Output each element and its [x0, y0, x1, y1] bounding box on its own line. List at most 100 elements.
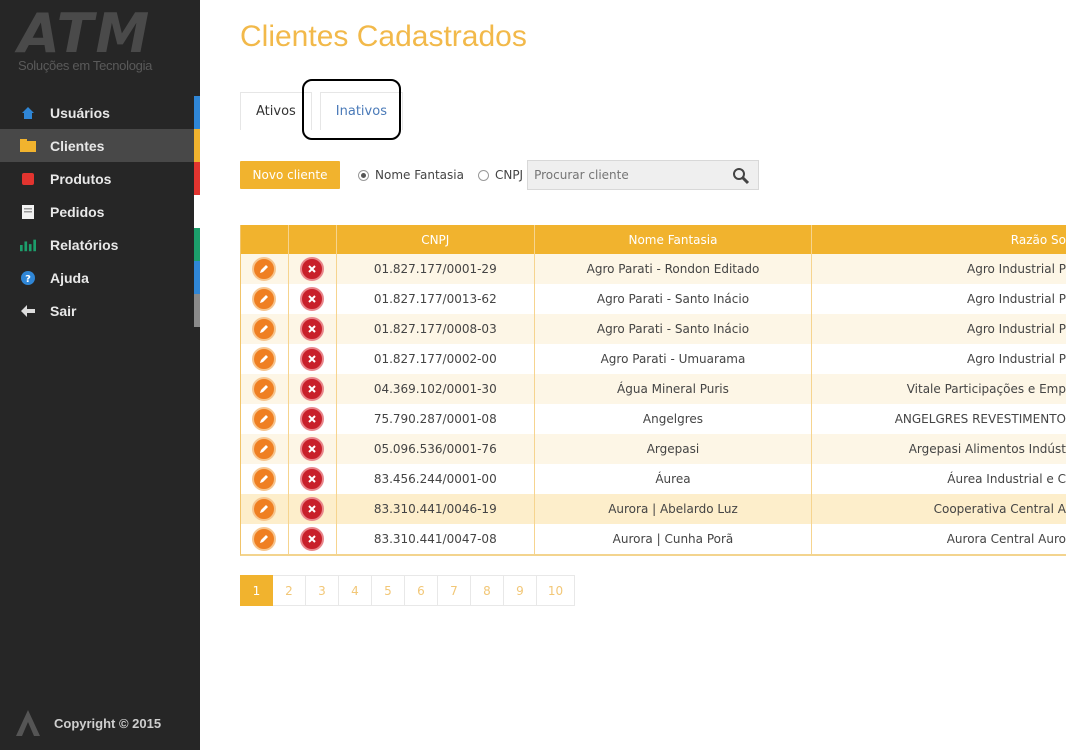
- sidebar-item-label: Ajuda: [50, 269, 89, 286]
- radio-nome-fantasia[interactable]: Nome Fantasia: [358, 168, 464, 182]
- pagination: 1 2 3 4 5 6 7 8 9 10: [240, 575, 575, 606]
- edit-icon[interactable]: [252, 377, 277, 401]
- delete-icon[interactable]: [300, 257, 325, 281]
- sidebar-item-sair[interactable]: Sair: [0, 294, 200, 327]
- nome-fantasia-cell: Agro Parati - Santo Inácio: [535, 284, 813, 314]
- page-4-button[interactable]: 4: [339, 575, 372, 606]
- logo: ATM Soluções em Tecnologia: [18, 6, 183, 78]
- nome-fantasia-cell: Argepasi: [535, 434, 813, 464]
- edit-icon[interactable]: [252, 317, 277, 341]
- edit-icon[interactable]: [252, 527, 277, 551]
- nome-fantasia-cell: Aurora | Cunha Porã: [535, 524, 813, 554]
- cnpj-cell: 01.827.177/0002-00: [337, 344, 535, 374]
- table-row: 01.827.177/0002-00 Agro Parati - Umuarama…: [241, 344, 1066, 374]
- sidebar-footer: Copyright © 2015: [16, 710, 161, 736]
- edit-cell: [241, 374, 289, 404]
- nome-fantasia-cell: Áurea: [535, 464, 813, 494]
- header-edit: [241, 225, 289, 254]
- delete-icon[interactable]: [300, 317, 325, 341]
- cnpj-cell: 83.310.441/0047-08: [337, 524, 535, 554]
- page-6-button[interactable]: 6: [405, 575, 438, 606]
- nome-fantasia-cell: Agro Parati - Umuarama: [535, 344, 813, 374]
- page-9-button[interactable]: 9: [504, 575, 537, 606]
- edit-cell: [241, 404, 289, 434]
- cnpj-cell: 83.456.244/0001-00: [337, 464, 535, 494]
- razao-social-cell: Áurea Industrial e C: [947, 472, 1066, 486]
- delete-icon[interactable]: [300, 497, 325, 521]
- delete-cell: [289, 284, 337, 314]
- sidebar-item-relatorios[interactable]: Relatórios: [0, 228, 200, 261]
- page-1-button[interactable]: 1: [240, 575, 273, 606]
- edit-cell: [241, 434, 289, 464]
- search-icon[interactable]: [732, 167, 750, 189]
- razao-social-cell: Argepasi Alimentos Indúst: [908, 442, 1066, 456]
- nome-fantasia-cell: Aurora | Abelardo Luz: [535, 494, 813, 524]
- delete-icon[interactable]: [300, 377, 325, 401]
- edit-icon[interactable]: [252, 347, 277, 371]
- delete-icon[interactable]: [300, 437, 325, 461]
- edit-icon[interactable]: [252, 437, 277, 461]
- delete-cell: [289, 464, 337, 494]
- logo-mark: ATM: [18, 2, 152, 65]
- search-box: [527, 160, 760, 190]
- razao-social-cell: Agro Industrial P: [967, 292, 1066, 306]
- edit-cell: [241, 344, 289, 374]
- radio-cnpj[interactable]: CNPJ: [477, 168, 523, 182]
- cnpj-cell: 83.310.441/0046-19: [337, 494, 535, 524]
- sidebar-item-ajuda[interactable]: ? Ajuda: [0, 261, 200, 294]
- sidebar-item-pedidos[interactable]: Pedidos: [0, 195, 200, 228]
- delete-icon[interactable]: [300, 347, 325, 371]
- edit-icon[interactable]: [252, 287, 277, 311]
- search-input[interactable]: [534, 168, 725, 182]
- table-row: 04.369.102/0001-30 Água Mineral Puris Vita…: [241, 374, 1066, 404]
- sidebar-item-usuarios[interactable]: Usuários: [0, 96, 200, 129]
- delete-icon[interactable]: [300, 467, 325, 491]
- page-8-button[interactable]: 8: [471, 575, 504, 606]
- delete-icon[interactable]: [300, 287, 325, 311]
- tab-focus-highlight: [302, 79, 401, 140]
- nome-fantasia-cell: Água Mineral Puris: [535, 374, 813, 404]
- cnpj-cell: 05.096.536/0001-76: [337, 434, 535, 464]
- page-10-button[interactable]: 10: [537, 575, 575, 606]
- edit-icon[interactable]: [252, 497, 277, 521]
- edit-cell: [241, 314, 289, 344]
- delete-cell: [289, 344, 337, 374]
- sidebar-item-clientes[interactable]: Clientes: [0, 129, 200, 162]
- edit-cell: [241, 524, 289, 554]
- sidebar-item-produtos[interactable]: Produtos: [0, 162, 200, 195]
- page-5-button[interactable]: 5: [372, 575, 405, 606]
- page-title: Clientes Cadastrados: [240, 20, 527, 53]
- new-client-button[interactable]: Novo cliente: [240, 161, 340, 189]
- header-razao-social: Razão So: [1010, 232, 1066, 247]
- delete-icon[interactable]: [300, 407, 325, 431]
- page-7-button[interactable]: 7: [438, 575, 471, 606]
- edit-icon[interactable]: [252, 407, 277, 431]
- cnpj-cell: 75.790.287/0001-08: [337, 404, 535, 434]
- table-header: CNPJ Nome Fantasia Razão So: [241, 225, 1066, 254]
- page-2-button[interactable]: 2: [273, 575, 306, 606]
- logo-tagline: Soluções em Tecnologia: [18, 58, 153, 73]
- sidebar-nav: Usuários Clientes Produtos Pedidos Relat: [0, 96, 200, 327]
- sidebar-item-label: Relatórios: [50, 236, 119, 253]
- delete-cell: [289, 254, 337, 284]
- edit-icon[interactable]: [252, 467, 277, 491]
- chart-icon: [20, 237, 36, 253]
- sidebar-item-label: Pedidos: [50, 203, 105, 220]
- atm-logo-icon: [16, 710, 40, 736]
- delete-icon[interactable]: [300, 527, 325, 551]
- edit-icon[interactable]: [252, 257, 277, 281]
- cnpj-cell: 01.827.177/0013-62: [337, 284, 535, 314]
- cnpj-cell: 01.827.177/0001-29: [337, 254, 535, 284]
- table-row: 83.310.441/0046-19 Aurora | Abelardo Luz C…: [241, 494, 1066, 524]
- radio-label: Nome Fantasia: [375, 168, 464, 182]
- delete-cell: [289, 374, 337, 404]
- nome-fantasia-cell: Agro Parati - Santo Inácio: [535, 314, 813, 344]
- help-icon: ?: [20, 270, 36, 286]
- svg-text:?: ?: [25, 274, 31, 285]
- home-icon: [20, 105, 36, 121]
- nome-fantasia-cell: Angelgres: [535, 404, 813, 434]
- header-delete: [289, 225, 337, 254]
- sidebar-item-label: Clientes: [50, 137, 105, 154]
- page-3-button[interactable]: 3: [306, 575, 339, 606]
- toolbar: Novo cliente Nome Fantasia CNPJ: [240, 160, 760, 190]
